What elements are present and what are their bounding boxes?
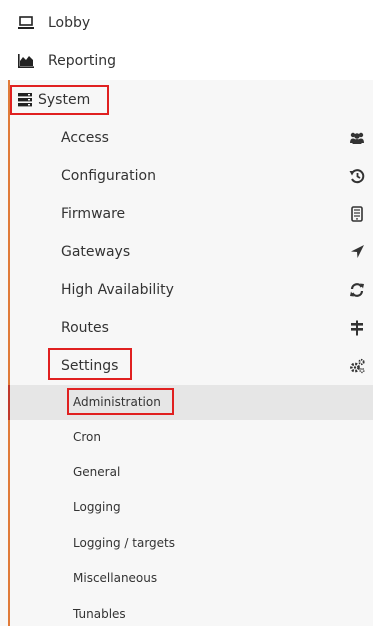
submenu-item-settings[interactable]: Settings — [10, 347, 373, 385]
submenu-item-access[interactable]: Access — [10, 119, 373, 157]
sidebar-nav: Lobby Reporting System Access Configurat… — [0, 0, 373, 626]
submenu-item-gateways-label: Gateways — [61, 244, 131, 260]
menu-item-lobby[interactable]: Lobby — [0, 4, 373, 42]
submenu-item-configuration[interactable]: Configuration — [10, 157, 373, 195]
cogs-icon — [350, 358, 365, 374]
settings-item-general[interactable]: General — [10, 455, 373, 490]
menu-item-reporting[interactable]: Reporting — [0, 42, 373, 80]
submenu-item-firmware[interactable]: Firmware — [10, 195, 373, 233]
settings-item-logging-label: Logging — [73, 500, 121, 514]
settings-item-miscellaneous[interactable]: Miscellaneous — [10, 561, 373, 596]
submenu-item-gateways[interactable]: Gateways — [10, 233, 373, 271]
settings-item-general-label: General — [73, 465, 121, 479]
submenu-item-settings-label: Settings — [61, 358, 119, 374]
refresh-icon — [350, 283, 364, 297]
submenu-item-routes[interactable]: Routes — [10, 309, 373, 347]
settings-item-administration-label: Administration — [73, 395, 161, 409]
settings-item-tunables[interactable]: Tunables — [10, 597, 373, 626]
laptop-icon — [18, 16, 34, 29]
submenu-item-access-label: Access — [61, 130, 109, 146]
settings-item-logging-targets-label: Logging / targets — [73, 536, 176, 550]
settings-item-logging[interactable]: Logging — [10, 490, 373, 525]
menu-item-system[interactable]: System — [0, 81, 373, 119]
submenu-item-high-availability-label: High Availability — [61, 282, 174, 298]
area-chart-icon — [18, 54, 34, 68]
settings-item-tunables-label: Tunables — [73, 607, 126, 621]
menu-item-lobby-label: Lobby — [48, 15, 91, 31]
map-signs-icon — [351, 320, 363, 336]
tablet-icon — [351, 206, 363, 222]
submenu-item-high-availability[interactable]: High Availability — [10, 271, 373, 309]
menu-item-system-label: System — [38, 92, 91, 108]
submenu-item-configuration-label: Configuration — [61, 168, 156, 184]
server-icon — [18, 93, 32, 107]
settings-item-cron[interactable]: Cron — [10, 420, 373, 455]
settings-item-miscellaneous-label: Miscellaneous — [73, 571, 158, 585]
users-icon — [350, 132, 364, 144]
submenu-item-routes-label: Routes — [61, 320, 109, 336]
history-icon — [349, 169, 365, 184]
location-arrow-icon — [351, 245, 364, 258]
settings-item-logging-targets[interactable]: Logging / targets — [10, 526, 373, 561]
active-item-accent — [8, 385, 10, 420]
menu-item-reporting-label: Reporting — [48, 53, 117, 69]
settings-item-cron-label: Cron — [73, 430, 101, 444]
submenu-item-firmware-label: Firmware — [61, 206, 126, 222]
settings-item-administration[interactable]: Administration — [8, 385, 373, 420]
